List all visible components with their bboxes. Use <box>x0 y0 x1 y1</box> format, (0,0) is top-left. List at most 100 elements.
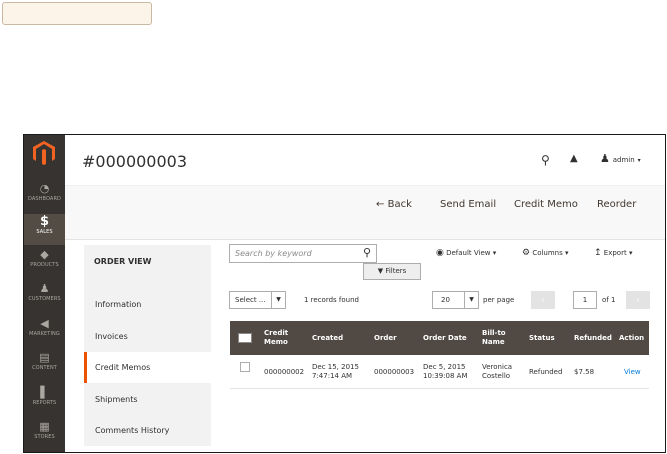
back-button[interactable]: ← Back <box>376 199 412 210</box>
column-header[interactable]: Action <box>619 321 649 355</box>
search-placeholder: Search by keyword <box>235 249 312 258</box>
store-icon: ▦ <box>39 420 50 433</box>
nav-label: CUSTOMERS <box>28 296 61 302</box>
columns-label: Columns <box>532 249 563 257</box>
chevron-down-icon: ▾ <box>492 249 497 257</box>
chevron-down-icon: ▾ <box>628 249 633 257</box>
column-header[interactable]: Credit Memo <box>264 321 304 355</box>
layout-icon: ▤ <box>39 351 50 364</box>
chevron-down-icon: ▼ <box>271 292 285 308</box>
arrow-left-icon: ← <box>376 199 385 210</box>
chevron-down-icon: ▼ <box>464 292 478 308</box>
select-all-checkbox[interactable] <box>238 333 252 343</box>
tab-invoices[interactable]: Invoices <box>84 321 211 352</box>
cell-bill-to-name: Veronica Costello <box>482 363 513 380</box>
column-header[interactable]: Order Date <box>423 321 473 355</box>
cell-order: 000000003 <box>374 367 415 376</box>
page-number-input[interactable]: 1 <box>573 291 597 309</box>
export-dropdown[interactable]: ↥ Export ▾ <box>594 248 632 258</box>
table-row: 000000002 Dec 15, 2015 7:47:14 AM 000000… <box>230 355 649 389</box>
funnel-icon: ▼ <box>377 267 384 275</box>
main-content: #000000003 ⚲ ▲ ♟ admin ▾ ← Back Send Ema… <box>65 135 665 452</box>
per-page-value: 20 <box>441 296 450 304</box>
magnifier-icon[interactable]: ⚲ <box>363 246 371 259</box>
tab-shipments[interactable]: Shipments <box>84 384 211 415</box>
default-view-label: Default View <box>446 249 491 257</box>
chevron-down-icon: ▾ <box>565 249 569 257</box>
default-view-dropdown[interactable]: ◉ Default View ▾ <box>436 248 496 258</box>
bar-chart-icon: ▌ <box>40 386 49 399</box>
export-label: Export <box>603 249 627 257</box>
search-icon[interactable]: ⚲ <box>541 153 550 167</box>
back-button-label: Back <box>387 199 412 210</box>
previous-page-button[interactable]: ‹ <box>531 291 555 309</box>
column-header[interactable]: Created <box>312 321 368 355</box>
megaphone-icon: ◀ <box>40 317 49 330</box>
page-actions-bar <box>65 185 665 240</box>
person-icon: ♟ <box>39 282 50 295</box>
mass-action-select[interactable]: Select ... ▼ <box>229 291 286 309</box>
column-header[interactable]: Order <box>374 321 414 355</box>
nav-label: SALES <box>36 229 53 235</box>
nav-item-products[interactable]: ◆ PRODUCTS <box>24 247 65 278</box>
nav-label: DASHBOARD <box>28 196 61 202</box>
page-count: of 1 <box>602 296 616 304</box>
order-view-panel: ORDER VIEW Information Invoices Credit M… <box>84 245 211 446</box>
nav-label: PRODUCTS <box>30 262 59 268</box>
nav-label: MARKETING <box>29 331 60 337</box>
cell-order-date: Dec 5, 2015 10:39:08 AM <box>423 363 468 380</box>
view-link[interactable]: View <box>624 355 648 389</box>
magento-logo-icon[interactable] <box>33 141 55 165</box>
gear-icon: ⚙ <box>522 248 531 258</box>
filters-button[interactable]: ▼ Filters <box>363 263 421 280</box>
row-checkbox[interactable] <box>240 362 250 372</box>
column-header[interactable]: Refunded <box>574 321 614 355</box>
grid-header: Credit Memo Created Order Order Date Bil… <box>230 321 649 355</box>
tab-credit-memos[interactable]: Credit Memos <box>84 352 211 383</box>
nav-label: CONTENT <box>32 365 57 371</box>
send-email-button[interactable]: Send Email <box>440 199 496 210</box>
cell-status: Refunded <box>529 367 563 376</box>
nav-item-dashboard[interactable]: ◔ DASHBOARD <box>24 181 65 212</box>
next-page-button[interactable]: › <box>626 291 650 309</box>
chevron-down-icon: ▾ <box>637 157 641 164</box>
notification-bell-icon[interactable]: ▲ <box>570 153 578 164</box>
nav-item-customers[interactable]: ♟ CUSTOMERS <box>24 281 65 312</box>
nav-label: REPORTS <box>32 400 57 406</box>
nav-item-stores[interactable]: ▦ STORES <box>24 419 65 450</box>
speedometer-icon: ◔ <box>39 182 50 195</box>
filters-label: Filters <box>385 267 407 275</box>
records-found: 1 records found <box>304 296 359 304</box>
page-title: #000000003 <box>82 152 188 171</box>
per-page-label: per page <box>483 296 515 304</box>
select-label: Select ... <box>235 296 266 304</box>
dollar-icon: $ <box>39 214 50 229</box>
blank-input-field[interactable] <box>2 2 152 25</box>
search-input[interactable]: Search by keyword ⚲ <box>229 244 377 263</box>
credit-memo-button[interactable]: Credit Memo <box>514 199 578 210</box>
sidebar: ◔ DASHBOARD $ SALES ◆ PRODUCTS ♟ CUSTOME… <box>24 135 65 452</box>
admin-window: ◔ DASHBOARD $ SALES ◆ PRODUCTS ♟ CUSTOME… <box>23 134 666 453</box>
nav-item-reports[interactable]: ▌ REPORTS <box>24 385 65 416</box>
user-menu[interactable]: ♟ admin ▾ <box>600 152 641 165</box>
order-view-title: ORDER VIEW <box>94 257 152 266</box>
eye-icon: ◉ <box>436 248 444 258</box>
box-icon: ◆ <box>40 248 49 261</box>
per-page-select[interactable]: 20 ▼ <box>432 291 479 309</box>
columns-dropdown[interactable]: ⚙ Columns ▾ <box>522 248 569 258</box>
cell-refunded: $7.58 <box>574 367 595 376</box>
user-icon: ♟ <box>600 152 610 165</box>
nav-item-content[interactable]: ▤ CONTENT <box>24 350 65 381</box>
user-name: admin <box>612 156 635 164</box>
nav-item-marketing[interactable]: ◀ MARKETING <box>24 316 65 347</box>
tab-comments-history[interactable]: Comments History <box>84 415 211 446</box>
nav-label: STORES <box>34 434 55 440</box>
nav-item-sales[interactable]: $ SALES <box>24 214 65 245</box>
upload-icon: ↥ <box>594 248 602 258</box>
column-header[interactable]: Bill-to Name <box>482 321 518 355</box>
credit-memos-grid: Credit Memo Created Order Order Date Bil… <box>230 321 649 389</box>
column-header[interactable]: Status <box>529 321 567 355</box>
reorder-button[interactable]: Reorder <box>597 199 636 210</box>
cell-created: Dec 15, 2015 7:47:14 AM <box>312 363 359 380</box>
tab-information[interactable]: Information <box>84 289 211 320</box>
